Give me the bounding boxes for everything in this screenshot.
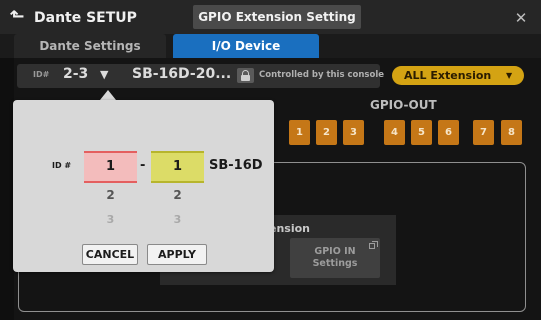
gpio-out-button-2[interactable]: 2 — [316, 120, 337, 145]
gpio-out-button-4[interactable]: 4 — [384, 120, 405, 145]
dropdown-arrow-icon: ▼ — [506, 71, 513, 80]
gpio-in-settings-button[interactable]: GPIO IN Settings — [290, 238, 380, 278]
gpio-out-button-8[interactable]: 8 — [501, 120, 522, 145]
extension-label: ension — [269, 222, 310, 235]
id-picker-second[interactable]: 1 — [151, 151, 204, 183]
popup-pointer — [100, 90, 116, 100]
gpio-out-button-7[interactable]: 7 — [473, 120, 494, 145]
gpio-in-label-line2: Settings — [312, 258, 358, 269]
gpio-out-button-5[interactable]: 5 — [411, 120, 432, 145]
tab-io-device[interactable]: I/O Device — [173, 34, 319, 58]
id-picker-first[interactable]: 1 — [84, 151, 137, 183]
device-name: SB-16D-20... — [132, 66, 232, 82]
lock-icon — [237, 68, 254, 83]
apply-button[interactable]: APPLY — [147, 244, 207, 265]
tab-dante-settings[interactable]: Dante Settings — [14, 34, 166, 58]
gpio-in-label-line1: GPIO IN — [314, 246, 356, 257]
device-id-label: ID# — [33, 70, 50, 79]
picker-first-next-value[interactable]: 2 — [84, 188, 137, 202]
chevron-down-icon[interactable]: ▼ — [100, 68, 108, 81]
picker-second-next2-value[interactable]: 3 — [151, 213, 204, 226]
gpio-out-button-3[interactable]: 3 — [343, 120, 364, 145]
external-link-icon — [369, 241, 378, 249]
controlled-by-console-text: Controlled by this console — [259, 70, 384, 80]
back-arrow-icon[interactable]: ⬑ — [6, 6, 28, 28]
id-separator: - — [140, 158, 146, 173]
app-title: Dante SETUP — [34, 10, 137, 26]
screen-title: GPIO Extension Setting — [193, 5, 361, 29]
gpio-out-title: GPIO-OUT — [370, 98, 437, 112]
device-id-value[interactable]: 2-3 — [63, 66, 88, 82]
cancel-button[interactable]: CANCEL — [82, 244, 138, 265]
id-select-popup — [13, 100, 274, 272]
picker-second-next-value[interactable]: 2 — [151, 188, 204, 202]
gpio-out-button-6[interactable]: 6 — [438, 120, 459, 145]
extension-dropdown[interactable]: ALL Extension — [392, 66, 524, 85]
picker-first-next2-value[interactable]: 3 — [84, 213, 137, 226]
popup-id-label: ID # — [52, 161, 72, 170]
popup-model-name: SB-16D — [209, 158, 263, 173]
close-button[interactable]: ✕ — [509, 7, 533, 29]
gpio-out-button-1[interactable]: 1 — [289, 120, 310, 145]
